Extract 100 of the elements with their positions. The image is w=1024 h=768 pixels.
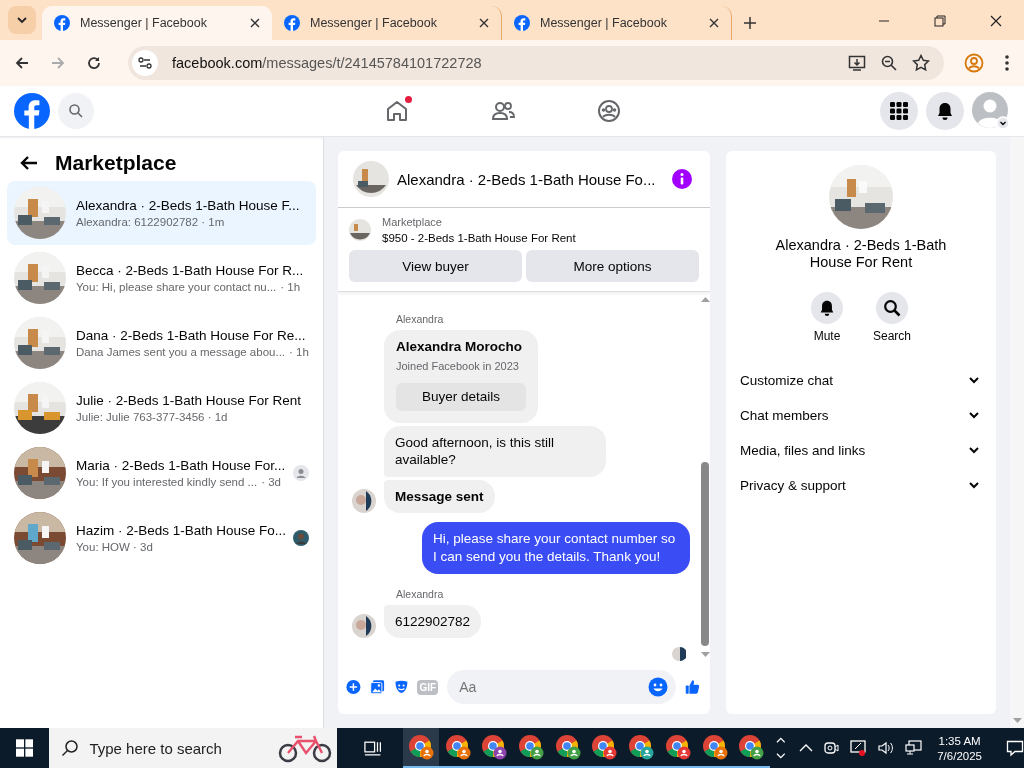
details-section[interactable]: Media, files and links: [726, 432, 996, 468]
install-app-icon[interactable]: [848, 54, 866, 72]
message-time: · 1h: [289, 346, 309, 358]
reload-icon[interactable]: [86, 55, 102, 71]
zoom-out-icon[interactable]: [880, 54, 898, 72]
listing-action-button[interactable]: More options: [526, 250, 699, 282]
close-icon[interactable]: [479, 18, 489, 28]
message-time: · 3d: [261, 476, 281, 488]
listing-label: Marketplace: [382, 216, 443, 228]
chevron-up-icon[interactable]: [799, 743, 814, 753]
search-button[interactable]: [58, 93, 94, 129]
task-view-icon[interactable]: [363, 739, 383, 757]
home-icon[interactable]: [384, 98, 410, 124]
conversation-title: Becca · 2-Beds 1-Bath House For R...: [76, 263, 305, 278]
conversation-title: Hazim · 2-Beds 1-Bath House Fo...: [76, 523, 283, 538]
menu-icon[interactable]: [1004, 54, 1010, 72]
facebook-logo-icon[interactable]: [14, 93, 50, 129]
seen-avatar-icon: [293, 465, 309, 481]
tab-title: Messenger | Facebook: [540, 16, 668, 30]
search-icon: [68, 103, 84, 119]
buyer-name: Alexandra Morocho: [396, 338, 524, 356]
action-label: Mute: [813, 328, 841, 343]
notification-center-icon[interactable]: [1006, 739, 1024, 757]
sender-name: Alexandra: [395, 587, 445, 600]
conversation-title: Alexandra · 2-Beds 1-Bath House F...: [76, 198, 301, 213]
close-icon[interactable]: [709, 18, 719, 28]
conversation-item[interactable]: Becca · 2-Beds 1-Bath House For R... You: Hi, please share your contact nu... · 1h: [7, 246, 316, 310]
listing-action-button[interactable]: View buyer: [349, 250, 522, 282]
listing-title: $950 - 2-Beds 1-Bath House For Rent: [382, 232, 576, 244]
conversation-item[interactable]: Julie · 2-Beds 1-Bath House For Rent Julie: Julie 763-377-3456 · 1d: [7, 376, 316, 440]
close-icon[interactable]: [990, 15, 1002, 27]
message-preview: Alexandra: 6122902782 · 1m: [76, 216, 225, 228]
message-field[interactable]: Aa: [447, 670, 677, 704]
action-label: Search: [873, 328, 911, 343]
chat-action-button[interactable]: [876, 291, 908, 324]
close-icon[interactable]: [250, 18, 260, 28]
message-preview: Dana James sent you a message abou...: [76, 346, 286, 358]
tab-list-button[interactable]: [8, 6, 36, 34]
facebook-logo-icon: [514, 15, 530, 31]
thumbs-up-icon[interactable]: [685, 677, 700, 697]
tab-title: Messenger | Facebook: [310, 16, 438, 30]
volume-icon[interactable]: [877, 740, 896, 756]
conversation-item[interactable]: Maria · 2-Beds 1-Bath House For... You: If you interested kindly send ... · 3d: [7, 441, 316, 505]
facebook-logo-icon: [54, 15, 70, 31]
chrome-taskbar-button[interactable]: [402, 728, 440, 768]
bell-icon: [935, 101, 955, 121]
conversation-item[interactable]: Hazim · 2-Beds 1-Bath House Fo... You: HOW · 3d: [7, 506, 316, 570]
scroll-up-icon[interactable]: [700, 296, 710, 302]
clock-date: 7/6/2025: [937, 749, 982, 762]
details-section[interactable]: Customize chat: [726, 362, 996, 398]
message-preview: You: Hi, please share your contact nu...: [76, 281, 277, 293]
profile-icon[interactable]: [964, 53, 984, 73]
notifications-button[interactable]: [926, 92, 964, 130]
conversation-title: Maria · 2-Beds 1-Bath House For...: [76, 458, 283, 473]
scroll-down-icon[interactable]: [700, 652, 710, 658]
bicycle-icon: [277, 733, 334, 763]
chevron-down-icon: [16, 14, 28, 26]
chat-title: Alexandra · 2-Beds 1-Bath House Fo...: [397, 170, 657, 188]
network-icon[interactable]: [905, 740, 924, 756]
buyer-joined: Joined Facebook in 2023: [396, 358, 520, 373]
sender-name: Alexandra: [395, 313, 445, 325]
taskbar-search-field[interactable]: Type here to search: [49, 728, 338, 768]
info-icon[interactable]: [672, 169, 692, 189]
conversation-item[interactable]: Alexandra · 2-Beds 1-Bath House F... Alexandra: 6122902782 · 1m: [7, 181, 316, 245]
message-time: · 1h: [280, 281, 301, 293]
message-bubble: Message sent: [384, 479, 495, 514]
new-tab-icon[interactable]: [744, 17, 756, 29]
add-icon[interactable]: [346, 677, 361, 697]
message-bubble: Good afternoon, is this still available?: [384, 425, 606, 477]
url-text: facebook.com/messages/t/24145784101722728: [172, 55, 482, 71]
message-preview: You: HOW · 3d: [76, 541, 153, 553]
message-bubble: Hi, please share your contact number so I can send you the details. Thank you!: [422, 522, 690, 574]
sidebar-title: Marketplace: [55, 151, 177, 175]
chat-action-button[interactable]: [811, 291, 843, 324]
browser-tab[interactable]: Messenger | Facebook: [42, 6, 272, 40]
groups-icon[interactable]: [596, 98, 622, 124]
camera-icon[interactable]: [823, 740, 840, 756]
conversation-item[interactable]: Dana · 2-Beds 1-Bath House For Re... Dana James sent you a message abou... · 1h: [7, 311, 316, 375]
address-field[interactable]: facebook.com/messages/t/24145784101722728: [128, 46, 944, 80]
image-icon[interactable]: [369, 677, 385, 697]
clock-time: 1:35 AM: [938, 734, 981, 747]
menu-button[interactable]: [880, 92, 918, 130]
message-preview: Julie: Julie 763-377-3456 · 1d: [76, 411, 228, 423]
details-section[interactable]: Privacy & support: [726, 467, 996, 503]
message-bubble: 6122902782: [384, 604, 482, 639]
search-icon: [883, 298, 901, 317]
restore-icon[interactable]: [934, 15, 946, 27]
star-icon[interactable]: [912, 54, 930, 72]
grid-icon: [889, 101, 909, 121]
back-icon[interactable]: [14, 55, 30, 71]
emoji-icon[interactable]: [648, 677, 669, 697]
conversation-name: Alexandra · 2-Beds 1-Bath House For Rent: [774, 237, 948, 272]
screen-record-icon[interactable]: [849, 739, 868, 757]
message-preview: You: If you interested kindly send ...: [76, 476, 258, 488]
details-section[interactable]: Chat members: [726, 397, 996, 433]
windows-start-icon[interactable]: [16, 739, 34, 757]
tab-title: Messenger | Facebook: [80, 16, 208, 30]
buyer-details-button[interactable]: Buyer details: [396, 382, 526, 411]
site-settings-icon[interactable]: [132, 50, 158, 76]
search-icon: [61, 739, 80, 757]
